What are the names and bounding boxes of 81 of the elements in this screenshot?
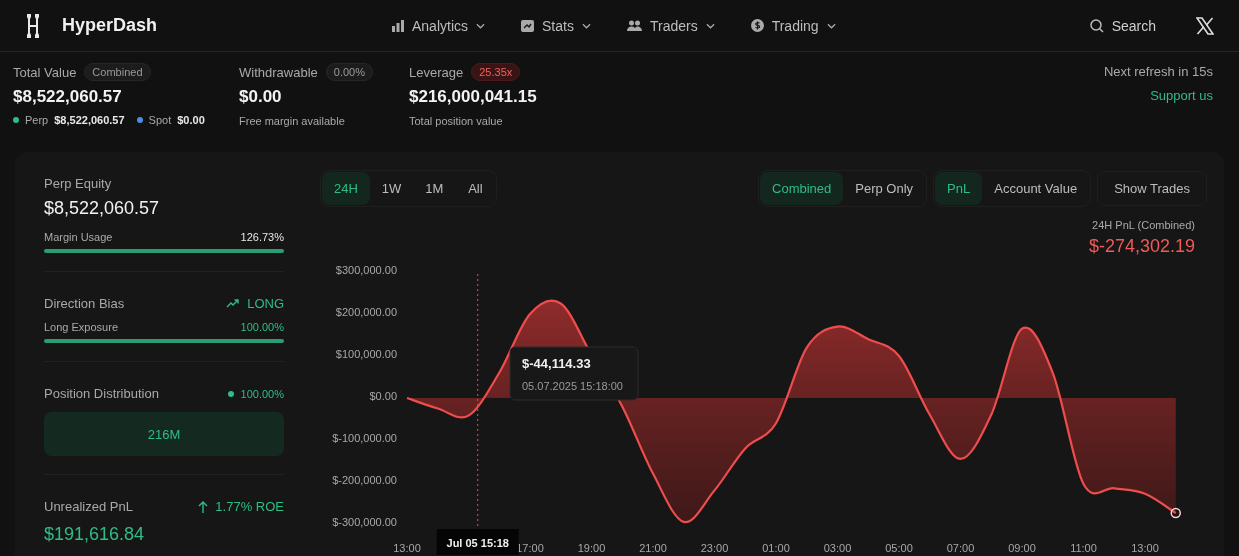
x-axis-label: 09:00: [1008, 542, 1036, 554]
meter-reading: 100.00%: [240, 321, 284, 333]
stat-label: Withdrawable: [239, 64, 318, 80]
search-button[interactable]: Search: [1089, 17, 1156, 34]
scope-tab[interactable]: Combined: [760, 172, 844, 205]
stat-note: Total position value: [409, 115, 504, 127]
equity-value: $8,522,060.57: [44, 198, 161, 219]
chevron-down-icon: [705, 22, 715, 29]
nav-menu[interactable]: Analytics: [392, 17, 486, 34]
dollar-icon: [750, 19, 764, 32]
y-axis-label: $-200,000.00: [332, 473, 397, 486]
chevron-down-icon: [581, 22, 591, 29]
nav-menu[interactable]: Stats: [521, 17, 591, 34]
brand-name[interactable]: HyperDash: [62, 15, 158, 36]
y-axis-label: $300,000.00: [335, 263, 397, 276]
chevron-down-icon: [476, 22, 486, 29]
part-label: Perp: [25, 114, 49, 126]
y-axis-label: $0.00: [369, 389, 397, 402]
unrealized-value: $191,616.84: [44, 524, 146, 545]
pnl-label: 24H PnL (Combined): [1092, 219, 1195, 231]
y-axis-label: $200,000.00: [335, 305, 397, 318]
stat-badge: 25.35x: [471, 63, 521, 81]
nav-menu[interactable]: Trading: [750, 17, 836, 34]
part-value: $8,522,060.57: [54, 114, 125, 126]
metric-tab[interactable]: PnL: [935, 172, 983, 205]
show-trades-button[interactable]: Show Trades: [1097, 171, 1207, 206]
range-tab[interactable]: All: [455, 172, 496, 205]
pnl-value: $-274,302.19: [1088, 236, 1195, 257]
refresh-text: Next refresh in 15s: [1103, 64, 1213, 79]
part-label: Spot: [148, 114, 172, 126]
arrow-up-icon: [198, 500, 209, 513]
distribution-reading: 100.00%: [240, 387, 284, 400]
part-value: $0.00: [177, 114, 205, 126]
y-axis-label: $-100,000.00: [332, 431, 397, 444]
stat-value: $0.00: [239, 87, 283, 107]
y-axis-label: $100,000.00: [335, 347, 397, 360]
x-axis-label: 19:00: [577, 542, 606, 554]
x-axis-label: 05:00: [885, 542, 913, 554]
stat-label: Leverage: [409, 64, 464, 80]
x-axis-label: 13:00: [1131, 542, 1159, 554]
scope-tab[interactable]: Perp Only: [843, 172, 926, 205]
meter-reading: 126.73%: [240, 231, 284, 243]
range-tab[interactable]: 24H: [322, 172, 370, 205]
chart-icon: [521, 19, 535, 32]
x-axis-label: 21:00: [639, 542, 667, 554]
range-tab[interactable]: 1W: [369, 172, 414, 205]
x-axis-label: 01:00: [762, 542, 790, 554]
range-tab[interactable]: 1M: [413, 172, 456, 205]
x-axis-label: 11:00: [1070, 542, 1097, 554]
stat-badge: 0.00%: [325, 63, 373, 81]
stat-label: Total Value: [13, 64, 77, 80]
x-axis-label: 13:00: [393, 542, 421, 554]
search-icon: [1089, 18, 1104, 33]
bias-value: LONG: [247, 296, 284, 311]
distribution-label: Position Distribution: [44, 386, 159, 401]
support-link[interactable]: Support us: [1150, 88, 1213, 103]
users-icon: [626, 20, 642, 31]
nav-menu[interactable]: Traders: [626, 17, 715, 34]
x-axis-label: 03:00: [823, 542, 852, 554]
trend-up-icon: [226, 299, 241, 308]
y-axis-label: $-300,000.00: [332, 515, 397, 528]
equity-label: Perp Equity: [44, 176, 113, 191]
crosshair-label: Jul 05 15:18: [436, 529, 519, 555]
stat-note: Free margin available: [239, 115, 346, 127]
x-logo-icon[interactable]: [1196, 16, 1214, 35]
logo-icon: [25, 12, 41, 39]
roe-value: 1.77% ROE: [215, 499, 284, 514]
stat-badge: Combined: [84, 63, 151, 81]
distribution-bar: 216M: [44, 412, 284, 456]
unrealized-label: Unrealized PnL: [44, 499, 133, 514]
chevron-down-icon: [826, 22, 836, 29]
bias-label: Direction Bias: [44, 296, 125, 311]
stat-value: $216,000,041.15: [409, 87, 537, 107]
stat-value: $8,522,060.57: [13, 87, 123, 107]
metric-tab[interactable]: Account Value: [982, 172, 1090, 205]
x-axis-label: 07:00: [946, 542, 975, 554]
x-axis-label: 23:00: [700, 542, 729, 554]
bar-chart-icon: [392, 19, 404, 32]
meter-label: Margin Usage: [44, 231, 113, 243]
x-axis-label: 17:00: [516, 542, 544, 554]
meter-label: Long Exposure: [44, 321, 118, 333]
